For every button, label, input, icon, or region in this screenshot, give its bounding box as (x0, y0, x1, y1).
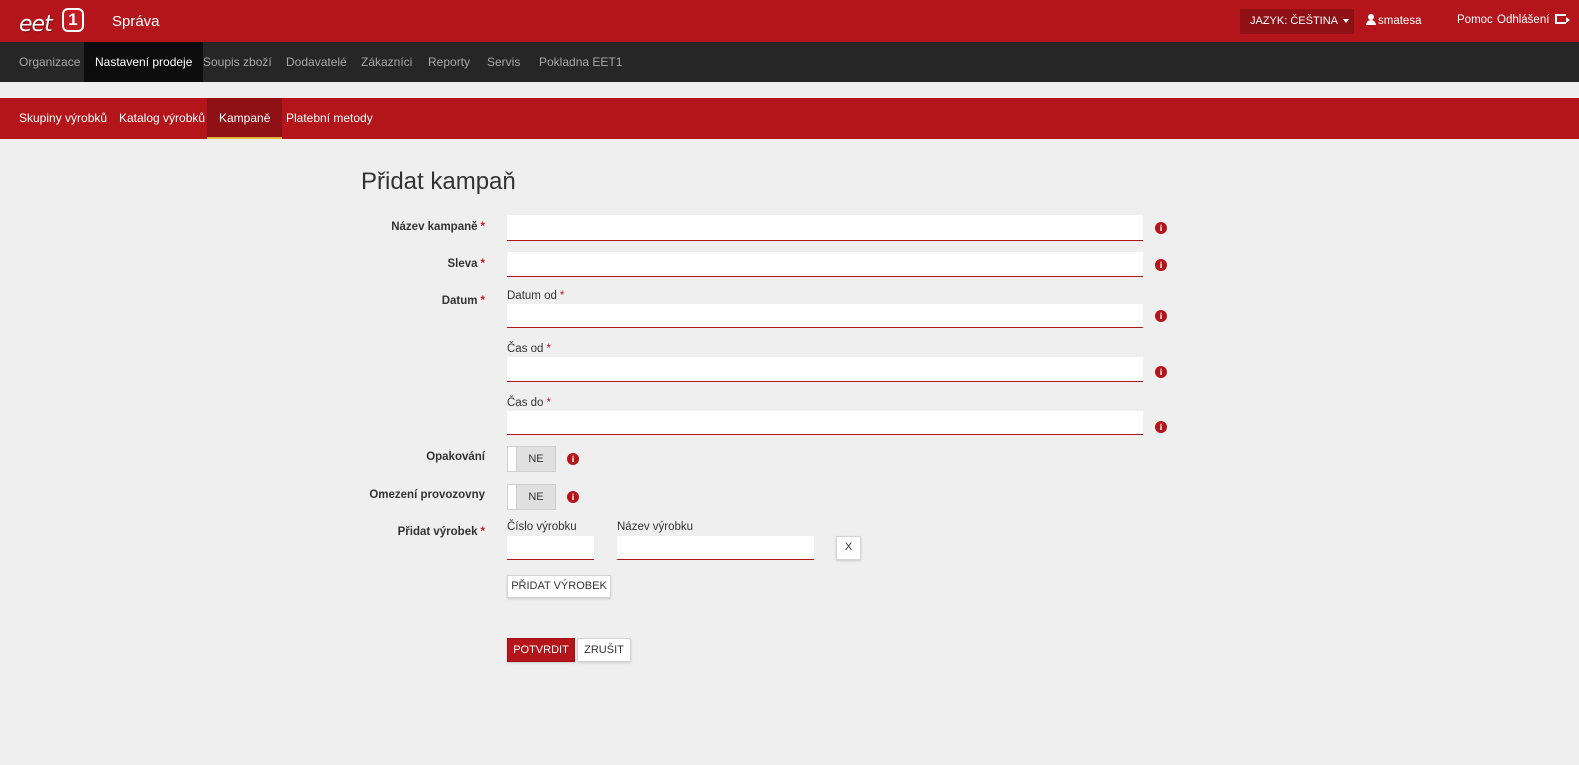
main-nav-item-dodavatele[interactable]: Dodavatelé (275, 42, 358, 82)
app-title: Správa (112, 13, 160, 30)
top-bar: eet 1 Správa JAZYK: ČEŠTINA smatesa Pomo… (0, 0, 1579, 42)
time-from-label: Čas od * (507, 343, 551, 355)
tab-kampane[interactable]: Kampaně (207, 98, 283, 139)
logo-text: eet (19, 12, 53, 37)
logout-label: Odhlášení (1497, 14, 1550, 26)
main-nav-item-soupis-zbozi[interactable]: Soupis zboží (192, 42, 283, 82)
info-icon[interactable]: i (1155, 310, 1167, 322)
remove-product-button[interactable]: X (836, 536, 861, 560)
info-icon[interactable]: i (567, 453, 579, 465)
main-nav: Organizace Nastavení prodeje Soupis zbož… (0, 42, 1579, 82)
toggle-knob (508, 447, 517, 471)
main-nav-item-servis[interactable]: Servis (476, 42, 531, 82)
add-product-label: Přidat výrobek * (397, 526, 485, 538)
time-to-label: Čas do * (507, 397, 551, 409)
confirm-button[interactable]: POTVRDIT (507, 638, 575, 662)
product-number-label: Číslo výrobku (507, 521, 577, 533)
language-dropdown[interactable]: JAZYK: ČEŠTINA (1240, 9, 1354, 34)
user-icon (1366, 14, 1376, 25)
logout-link[interactable]: Odhlášení (1497, 14, 1570, 26)
cancel-button[interactable]: ZRUŠIT (577, 638, 631, 662)
main-nav-item-reporty[interactable]: Reporty (417, 42, 481, 82)
main-nav-item-nastaveni-prodeje[interactable]: Nastavení prodeje (84, 42, 204, 82)
toggle-text: NE (528, 453, 544, 465)
tab-skupiny-vyrobku[interactable]: Skupiny výrobků (7, 98, 119, 139)
info-icon[interactable]: i (1155, 366, 1167, 378)
time-to-input[interactable] (507, 411, 1143, 435)
date-from-input[interactable] (507, 304, 1143, 328)
main-nav-item-pokladna[interactable]: Pokladna EET1 (528, 42, 633, 82)
help-link[interactable]: Pomoc (1457, 14, 1493, 26)
discount-input[interactable] (507, 252, 1143, 277)
caret-down-icon (1343, 19, 1350, 24)
product-name-label: Název výrobku (617, 521, 694, 533)
info-icon[interactable]: i (1155, 222, 1167, 234)
user-name: smatesa (1378, 15, 1422, 27)
store-limit-toggle[interactable]: NE (507, 484, 556, 510)
eet1-logo[interactable]: eet 1 (19, 8, 85, 37)
language-label: JAZYK: ČEŠTINA (1250, 15, 1338, 27)
repeat-label: Opakování (426, 451, 485, 463)
sub-nav: Skupiny výrobků Katalog výrobků Kampaně … (0, 98, 1579, 139)
tab-platebni-metody[interactable]: Platební metody (274, 98, 385, 139)
tab-katalog-vyrobku[interactable]: Katalog výrobků (107, 98, 217, 139)
main-nav-item-zakaznici[interactable]: Zákazníci (350, 42, 423, 82)
campaign-name-label: Název kampaně * (391, 221, 485, 233)
product-name-input[interactable] (617, 536, 814, 560)
info-icon[interactable]: i (1155, 259, 1167, 271)
product-number-input[interactable] (507, 536, 594, 560)
date-from-label: Datum od * (507, 290, 565, 302)
user-link[interactable]: smatesa (1366, 14, 1421, 27)
toggle-text: NE (528, 491, 544, 503)
info-icon[interactable]: i (1155, 421, 1167, 433)
info-icon[interactable]: i (567, 491, 579, 503)
campaign-name-input[interactable] (507, 215, 1143, 241)
sign-out-icon (1554, 14, 1570, 24)
discount-label: Sleva * (447, 258, 485, 270)
main-nav-item-organizace[interactable]: Organizace (8, 42, 91, 82)
logo-badge: 1 (62, 8, 84, 32)
add-product-button[interactable]: PŘIDAT VÝROBEK (507, 575, 611, 598)
repeat-toggle[interactable]: NE (507, 446, 556, 472)
store-limit-label: Omezení provozovny (369, 489, 485, 501)
date-label: Datum * (441, 295, 485, 307)
page-title: Přidat kampaň (361, 168, 516, 195)
time-from-input[interactable] (507, 357, 1143, 382)
toggle-knob (508, 485, 517, 509)
